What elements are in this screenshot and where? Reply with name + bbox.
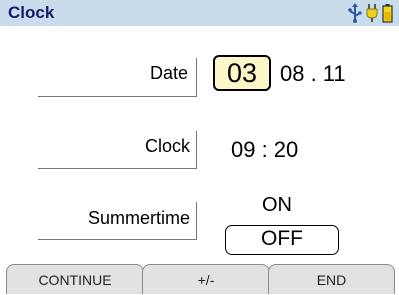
end-button[interactable]: END (268, 264, 395, 294)
summertime-label: Summertime (87, 208, 190, 228)
clock-value[interactable]: 09 : 20 (231, 137, 298, 163)
continue-button[interactable]: CONTINUE (6, 264, 144, 294)
page-title: Clock (8, 3, 55, 22)
plug-icon (366, 4, 378, 22)
battery-icon (382, 4, 393, 23)
day-field[interactable]: 03 (213, 55, 271, 91)
plus-minus-button[interactable]: +/- (142, 264, 270, 294)
clock-label: Clock (144, 136, 190, 156)
summertime-on-option[interactable]: ON (262, 194, 292, 217)
title-bar: Clock (0, 0, 399, 26)
clock-screen: Clock Date 03 08 . 11 Clock 09: 20 Summ… (0, 0, 399, 294)
summertime-off-option[interactable]: OFF (225, 225, 339, 255)
usb-icon (348, 3, 362, 23)
date-label: Date (149, 63, 188, 83)
month-year-value[interactable]: 08 . 11 (280, 61, 346, 87)
